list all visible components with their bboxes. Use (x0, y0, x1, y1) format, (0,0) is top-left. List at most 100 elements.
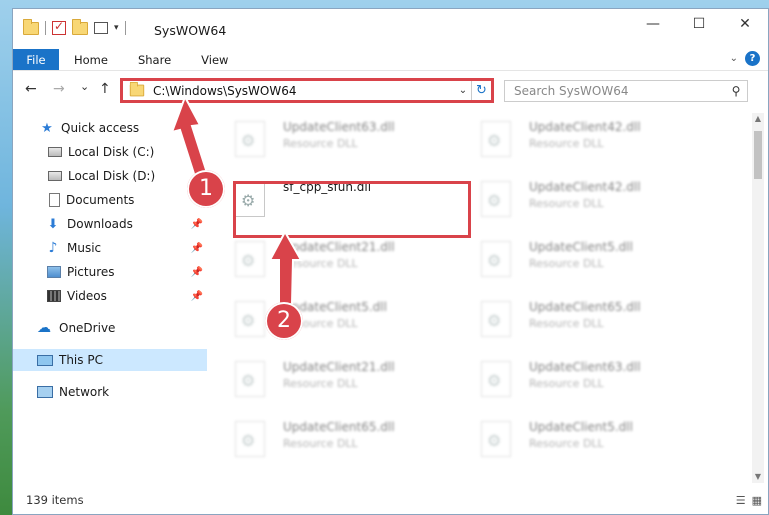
file-name: UpdateClient65.dll (529, 300, 641, 314)
sidebar-item-network[interactable]: Network (13, 381, 207, 403)
pin-icon[interactable]: 📌 (191, 267, 203, 278)
file-item[interactable]: UpdateClient65.dll Resource DLL (457, 293, 687, 347)
window-controls: — ☐ ✕ (630, 9, 768, 39)
download-icon: ⬇ (47, 216, 59, 232)
sidebar-item-local-disk-d[interactable]: Local Disk (D:) (13, 165, 207, 187)
window-title: SysWOW64 (154, 23, 227, 38)
pin-icon[interactable]: 📌 (191, 243, 203, 254)
search-input[interactable]: Search SysWOW64 (514, 84, 725, 98)
file-type: Resource DLL (283, 137, 358, 150)
sidebar-item-label: Documents (66, 193, 135, 207)
dll-file-icon (481, 301, 511, 337)
sidebar-item-label: OneDrive (59, 321, 116, 335)
file-item[interactable]: UpdateClient5.dll Resource DLL (457, 233, 687, 287)
tab-file[interactable]: File (13, 49, 59, 70)
file-item[interactable]: UpdateClient21.dll Resource DLL (211, 353, 441, 407)
file-item[interactable]: UpdateClient63.dll Resource DLL (457, 353, 687, 407)
up-button[interactable]: ↑ (99, 81, 111, 97)
file-list: UpdateClient63.dll Resource DLL sf_cpp_s… (211, 113, 741, 473)
file-name: UpdateClient42.dll (529, 120, 641, 134)
forward-button[interactable]: → (53, 81, 65, 97)
maximize-button[interactable]: ☐ (676, 9, 722, 39)
tab-view[interactable]: View (186, 49, 243, 70)
file-type: Resource DLL (529, 377, 604, 390)
sidebar-item-label: This PC (59, 353, 103, 367)
search-icon[interactable]: ⚲ (725, 84, 747, 98)
file-type: Resource DLL (529, 437, 604, 450)
pictures-icon (47, 266, 61, 278)
file-highlight-box (233, 181, 471, 238)
file-name: UpdateClient21.dll (283, 240, 395, 254)
file-name: UpdateClient65.dll (283, 420, 395, 434)
back-button[interactable]: ← (25, 81, 37, 97)
sidebar-item-label: Network (59, 385, 110, 399)
file-item[interactable]: UpdateClient63.dll Resource DLL (211, 113, 441, 167)
search-box[interactable]: Search SysWOW64 ⚲ (504, 80, 748, 102)
scroll-down-icon[interactable]: ▼ (752, 471, 764, 483)
separator (124, 21, 126, 35)
explorer-window: ▾ SysWOW64 — ☐ ✕ File Home Share View ⌄ … (12, 8, 769, 515)
file-item[interactable]: UpdateClient21.dll Resource DLL (211, 233, 441, 287)
close-button[interactable]: ✕ (722, 9, 768, 39)
help-icon[interactable]: ? (745, 51, 760, 66)
dll-file-icon (235, 241, 265, 277)
file-type: Resource DLL (529, 317, 604, 330)
disk-icon (48, 171, 62, 181)
file-item[interactable]: UpdateClient5.dll Resource DLL (211, 293, 441, 347)
sidebar-item-music[interactable]: ♪ Music 📌 (13, 237, 207, 259)
network-icon (37, 386, 53, 398)
file-item[interactable]: UpdateClient65.dll Resource DLL (211, 413, 441, 467)
large-icons-view-icon[interactable]: ▦ (752, 494, 762, 507)
file-name: UpdateClient63.dll (529, 360, 641, 374)
sidebar-item-pictures[interactable]: Pictures 📌 (13, 261, 207, 283)
scroll-up-icon[interactable]: ▲ (752, 113, 764, 125)
dll-file-icon (235, 361, 265, 397)
properties-check-icon[interactable] (52, 19, 66, 35)
address-bar[interactable]: C:\Windows\SysWOW64 ⌄ ↻ (120, 78, 494, 103)
star-icon: ★ (41, 120, 53, 136)
pin-icon[interactable]: 📌 (191, 291, 203, 302)
pin-icon[interactable]: 📌 (191, 219, 203, 230)
expand-ribbon-icon[interactable]: ⌄ (730, 53, 738, 64)
sidebar-item-label: Downloads (67, 217, 133, 231)
sidebar-item-label: Quick access (61, 121, 140, 135)
file-item[interactable]: UpdateClient42.dll Resource DLL (457, 113, 687, 167)
separator (45, 21, 46, 35)
vertical-scrollbar[interactable]: ▲ ▼ (752, 113, 764, 483)
details-view-icon[interactable]: ☰ (736, 494, 746, 507)
folder-icon (129, 81, 145, 97)
sidebar-item-downloads[interactable]: ⬇ Downloads 📌 (13, 213, 207, 235)
step-1-badge: 1 (187, 170, 225, 208)
sidebar-item-onedrive[interactable]: ☁ OneDrive (13, 317, 207, 339)
folder-icon (23, 18, 39, 35)
file-item[interactable]: UpdateClient5.dll Resource DLL (457, 413, 687, 467)
address-dropdown-icon[interactable]: ⌄ (455, 85, 471, 96)
sidebar-item-videos[interactable]: Videos 📌 (13, 285, 207, 307)
customize-icon[interactable] (94, 22, 108, 34)
minimize-button[interactable]: — (630, 9, 676, 39)
tab-home[interactable]: Home (59, 49, 123, 70)
dll-file-icon (481, 181, 511, 217)
computer-icon (37, 354, 53, 366)
refresh-icon[interactable]: ↻ (471, 81, 491, 100)
scroll-thumb[interactable] (754, 131, 762, 179)
title-bar: ▾ SysWOW64 — ☐ ✕ (13, 9, 768, 45)
sidebar-item-this-pc[interactable]: This PC (13, 349, 207, 371)
item-count: 139 items (26, 493, 84, 507)
address-path[interactable]: C:\Windows\SysWOW64 (153, 84, 455, 98)
sidebar-item-local-disk-c[interactable]: Local Disk (C:) (13, 141, 207, 163)
dll-file-icon (235, 301, 265, 337)
new-folder-icon[interactable] (72, 18, 88, 35)
file-item[interactable]: UpdateClient42.dll Resource DLL (457, 173, 687, 227)
recent-locations-button[interactable]: ⌄ (80, 80, 89, 93)
dll-file-icon (481, 241, 511, 277)
sidebar-item-label: Music (67, 241, 102, 255)
dll-file-icon (235, 421, 265, 457)
qat-dropdown-icon[interactable]: ▾ (114, 23, 119, 33)
status-bar: 139 items ☰ ▦ (13, 488, 768, 514)
sidebar-item-documents[interactable]: Documents (13, 189, 207, 211)
disk-icon (48, 147, 62, 157)
tab-share[interactable]: Share (123, 49, 186, 70)
sidebar-item-quick-access[interactable]: ★ Quick access (13, 117, 207, 139)
music-icon: ♪ (48, 240, 58, 256)
